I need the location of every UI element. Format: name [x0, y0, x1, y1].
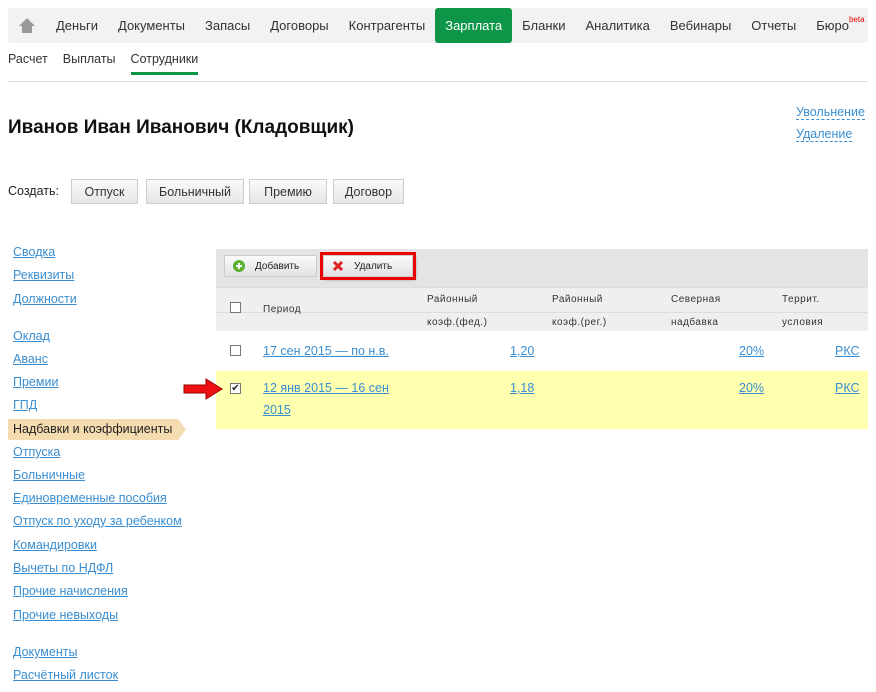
sub-nav: Расчет Выплаты Сотрудники [8, 52, 213, 75]
main-nav: Деньги Документы Запасы Договоры Контраг… [8, 8, 868, 43]
sidebar-item-positions[interactable]: Должности [13, 292, 77, 306]
table-row-selected[interactable]: ✔ 12 янв 2015 — 16 сен 2015 1,18 20% РКС [216, 371, 868, 429]
sidebar-item-requisites[interactable]: Реквизиты [13, 268, 74, 282]
allowances-panel: Добавить Удалить Период Районный коэф.(ф… [216, 249, 868, 429]
header-period: Период [263, 304, 302, 315]
period-link[interactable]: 12 янв 2015 — 16 сен 2015 [263, 377, 403, 421]
nav-counterparties[interactable]: Контрагенты [339, 8, 436, 43]
divider [8, 81, 868, 82]
fed-coef-link[interactable]: 1,20 [510, 340, 534, 362]
sidebar-item-advance[interactable]: Аванс [13, 352, 48, 366]
north-link[interactable]: 20% [739, 340, 764, 362]
sidebar-item-tax-deductions[interactable]: Вычеты по НДФЛ [13, 561, 113, 575]
sidebar-item-documents[interactable]: Документы [13, 645, 77, 659]
nav-forms[interactable]: Бланки [512, 8, 575, 43]
sidebar-item-other-absences[interactable]: Прочие невыходы [13, 608, 118, 622]
sidebar-item-salary[interactable]: Оклад [13, 329, 50, 343]
nav-documents[interactable]: Документы [108, 8, 195, 43]
dismiss-link[interactable]: Увольнение [796, 105, 865, 120]
header-fed-2: коэф.(фед.) [427, 317, 488, 328]
home-button[interactable] [8, 8, 46, 43]
header-terr-2: условия [782, 317, 824, 328]
header-reg-1: Районный [552, 294, 603, 305]
home-icon [19, 18, 35, 33]
nav-stock[interactable]: Запасы [195, 8, 260, 43]
create-bonus-button[interactable]: Премию [249, 179, 327, 204]
terr-link[interactable]: РКС [835, 340, 860, 362]
sidebar-item-payslip[interactable]: Расчётный листок [13, 668, 118, 682]
sidebar-item-business-trips[interactable]: Командировки [13, 538, 97, 552]
delete-label: Удалить [354, 260, 393, 272]
tab-employees[interactable]: Сотрудники [130, 52, 199, 75]
page-title: Иванов Иван Иванович (Кладовщик) [8, 117, 354, 138]
delete-employee-link[interactable]: Удаление [796, 127, 853, 142]
sidebar-item-gpd[interactable]: ГПД [13, 398, 37, 412]
row-checkbox[interactable] [230, 345, 241, 356]
nav-webinars[interactable]: Вебинары [660, 8, 741, 43]
delete-x-icon [332, 260, 344, 272]
sidebar-item-allowances[interactable]: Надбавки и коэффициенты [8, 419, 186, 440]
nav-salary[interactable]: Зарплата [435, 8, 513, 43]
nav-reports[interactable]: Отчеты [741, 8, 806, 43]
add-label: Добавить [255, 260, 300, 272]
nav-contracts[interactable]: Договоры [260, 8, 338, 43]
create-vacation-button[interactable]: Отпуск [71, 179, 138, 204]
nav-analytics[interactable]: Аналитика [575, 8, 659, 43]
nav-bureau[interactable]: Бюроbeta [806, 8, 868, 43]
header-fed-1: Районный [427, 294, 478, 305]
sidebar-item-vacations[interactable]: Отпуска [13, 445, 60, 459]
north-link[interactable]: 20% [739, 377, 764, 399]
fed-coef-link[interactable]: 1,18 [510, 377, 534, 399]
nav-bureau-label: Бюро [816, 18, 849, 33]
create-sick-leave-button[interactable]: Больничный [146, 179, 244, 204]
table-toolbar: Добавить Удалить [216, 249, 868, 287]
header-north-2: надбавка [671, 317, 719, 328]
create-label: Создать: [8, 184, 59, 198]
period-link[interactable]: 17 сен 2015 — по н.в. [263, 340, 389, 362]
table-header: Период Районный коэф.(фед.) Районный коэ… [216, 287, 868, 331]
sidebar-item-summary[interactable]: Сводка [13, 245, 55, 259]
select-all-checkbox[interactable] [230, 302, 241, 313]
add-button[interactable]: Добавить [224, 255, 317, 277]
header-terr-1: Террит. [782, 294, 820, 305]
row-checkbox-checked[interactable]: ✔ [230, 383, 241, 394]
sidebar-item-other-accruals[interactable]: Прочие начисления [13, 584, 128, 598]
terr-link[interactable]: РКС [835, 377, 860, 399]
plus-circle-icon [233, 260, 245, 272]
sidebar-item-lump-sum[interactable]: Единовременные пособия [13, 491, 167, 505]
create-contract-button[interactable]: Договор [333, 179, 404, 204]
sidebar-item-parental-leave[interactable]: Отпуск по уходу за ребенком [13, 514, 182, 528]
header-reg-2: коэф.(рег.) [552, 317, 607, 328]
delete-button[interactable]: Удалить [320, 252, 416, 280]
beta-badge: beta [848, 15, 865, 24]
nav-money[interactable]: Деньги [46, 8, 108, 43]
table-row[interactable]: 17 сен 2015 — по н.в. 1,20 20% РКС [216, 331, 868, 371]
red-arrow-annotation-icon [183, 378, 223, 400]
header-north-1: Северная [671, 294, 721, 305]
sidebar-item-bonuses[interactable]: Премии [13, 375, 58, 389]
tab-calculation[interactable]: Расчет [8, 52, 48, 75]
tab-payments[interactable]: Выплаты [63, 52, 116, 75]
sidebar-item-sick-leaves[interactable]: Больничные [13, 468, 85, 482]
